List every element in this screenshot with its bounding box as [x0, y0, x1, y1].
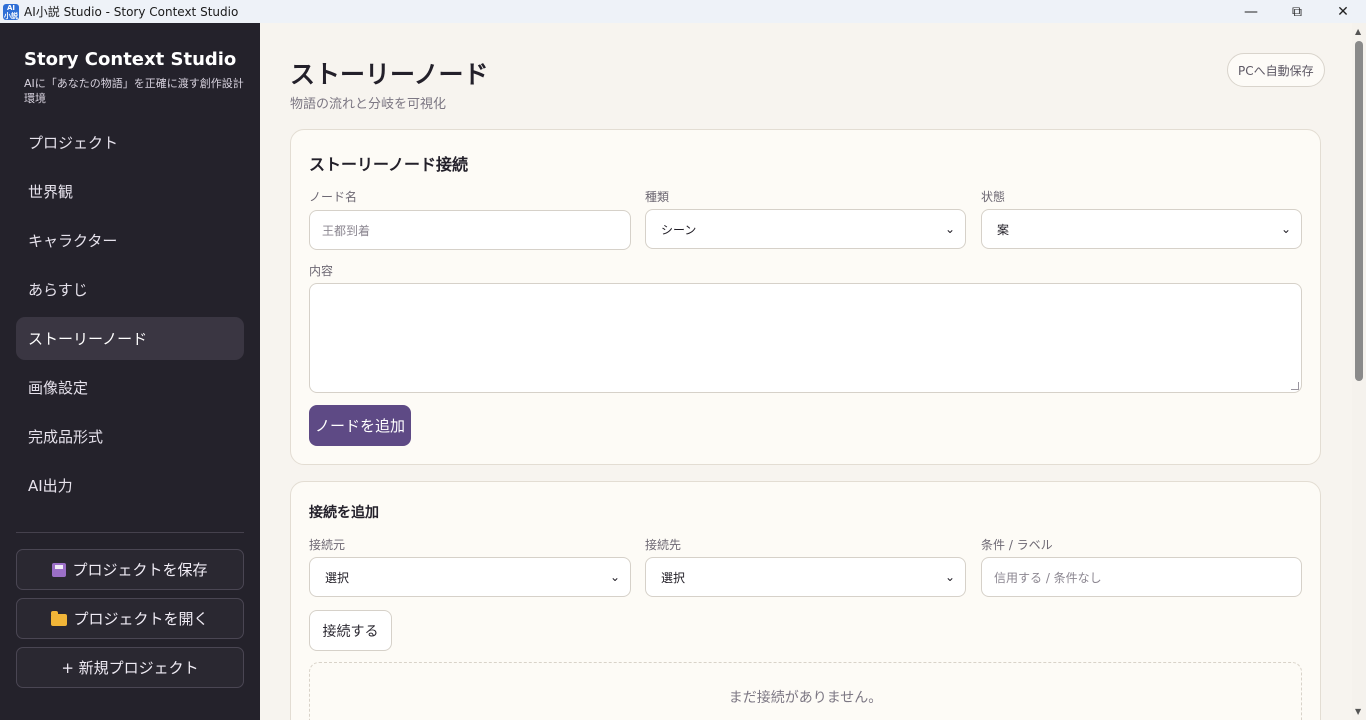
sidebar-item-output-format[interactable]: 完成品形式 [16, 415, 244, 458]
sidebar-nav: プロジェクト 世界観 キャラクター あらすじ ストーリーノード 画像設定 完成品… [16, 121, 244, 513]
scrollbar-thumb[interactable] [1355, 41, 1363, 381]
node-name-label: ノード名 [309, 190, 358, 204]
sidebar: Story Context Studio AIに「あなたの物語」を正確に渡す創作… [0, 23, 260, 720]
connection-from-select[interactable]: 選択 ⌄ [309, 557, 631, 597]
node-type-value: シーン [661, 222, 697, 237]
save-project-label: プロジェクトを保存 [72, 561, 208, 579]
chevron-down-icon: ⌄ [945, 222, 956, 236]
new-project-label: + 新規プロジェクト [61, 659, 199, 677]
main-content: ストーリーノード 物語の流れと分岐を可視化 PCへ自動保存 ストーリーノード接続… [260, 23, 1352, 720]
node-status-label: 状態 [981, 190, 1006, 204]
sidebar-item-synopsis[interactable]: あらすじ [16, 268, 244, 311]
new-project-button[interactable]: + 新規プロジェクト [16, 647, 244, 688]
connect-button[interactable]: 接続する [309, 610, 392, 651]
maximize-icon[interactable]: ⧉ [1274, 0, 1320, 23]
window-controls: — ⧉ ✕ [1228, 0, 1366, 23]
brand-title: Story Context Studio [24, 49, 237, 70]
story-node-card: ストーリーノード接続 ノード名 王都到着 種類 シーン ⌄ 状態 案 ⌄ 内容 … [290, 129, 1321, 465]
app-icon: AI 小説 [3, 3, 19, 20]
autosave-button[interactable]: PCへ自動保存 [1227, 53, 1325, 87]
node-content-label: 内容 [309, 264, 334, 278]
page-scrollbar[interactable]: ▲ ▼ [1352, 23, 1366, 720]
connection-to-label: 接続先 [645, 538, 682, 552]
page-title: ストーリーノード [290, 60, 489, 89]
node-content-textarea[interactable] [309, 283, 1302, 393]
save-project-button[interactable]: プロジェクトを保存 [16, 549, 244, 590]
close-icon[interactable]: ✕ [1320, 0, 1366, 23]
scroll-up-icon[interactable]: ▲ [1355, 27, 1361, 36]
sidebar-item-worldview[interactable]: 世界観 [16, 170, 244, 213]
sidebar-item-ai-output[interactable]: AI出力 [16, 464, 244, 507]
window-titlebar: AI 小説 AI小説 Studio - Story Context Studio … [0, 0, 1366, 23]
resize-grip-icon[interactable] [1291, 382, 1299, 390]
open-project-label: プロジェクトを開く [73, 610, 209, 628]
node-type-label: 種類 [645, 190, 670, 204]
sidebar-divider [16, 532, 244, 533]
add-node-button[interactable]: ノードを追加 [309, 405, 411, 446]
window-title: AI小説 Studio - Story Context Studio [24, 5, 239, 19]
node-name-input[interactable]: 王都到着 [309, 210, 631, 250]
sidebar-item-image-settings[interactable]: 画像設定 [16, 366, 244, 409]
connection-condition-label: 条件 / ラベル [981, 538, 1053, 552]
sidebar-item-characters[interactable]: キャラクター [16, 219, 244, 262]
connection-from-value: 選択 [325, 570, 350, 585]
node-card-title: ストーリーノード接続 [309, 155, 469, 174]
sidebar-item-project[interactable]: プロジェクト [16, 121, 244, 164]
connection-from-label: 接続元 [309, 538, 346, 552]
node-type-select[interactable]: シーン ⌄ [645, 209, 966, 249]
connections-empty-state: まだ接続がありません。 [309, 662, 1302, 720]
connection-to-select[interactable]: 選択 ⌄ [645, 557, 966, 597]
connection-condition-input[interactable]: 信用する / 条件なし [981, 557, 1302, 597]
folder-icon [51, 610, 68, 626]
node-status-value: 案 [997, 222, 1010, 237]
floppy-disk-icon [52, 562, 67, 577]
page-subtitle: 物語の流れと分岐を可視化 [290, 97, 447, 112]
chevron-down-icon: ⌄ [1281, 222, 1292, 236]
chevron-down-icon: ⌄ [945, 570, 956, 584]
connection-to-value: 選択 [661, 570, 686, 585]
scroll-down-icon[interactable]: ▼ [1355, 707, 1361, 716]
chevron-down-icon: ⌄ [610, 570, 621, 584]
connection-card: 接続を追加 接続元 選択 ⌄ 接続先 選択 ⌄ 条件 / ラベル 信用する / … [290, 481, 1321, 720]
minimize-icon[interactable]: — [1228, 0, 1274, 23]
node-status-select[interactable]: 案 ⌄ [981, 209, 1302, 249]
brand-subtitle: AIに「あなたの物語」を正確に渡す創作設計環境 [24, 77, 244, 105]
connection-card-title: 接続を追加 [309, 505, 379, 521]
sidebar-item-story-nodes[interactable]: ストーリーノード [16, 317, 244, 360]
open-project-button[interactable]: プロジェクトを開く [16, 598, 244, 639]
